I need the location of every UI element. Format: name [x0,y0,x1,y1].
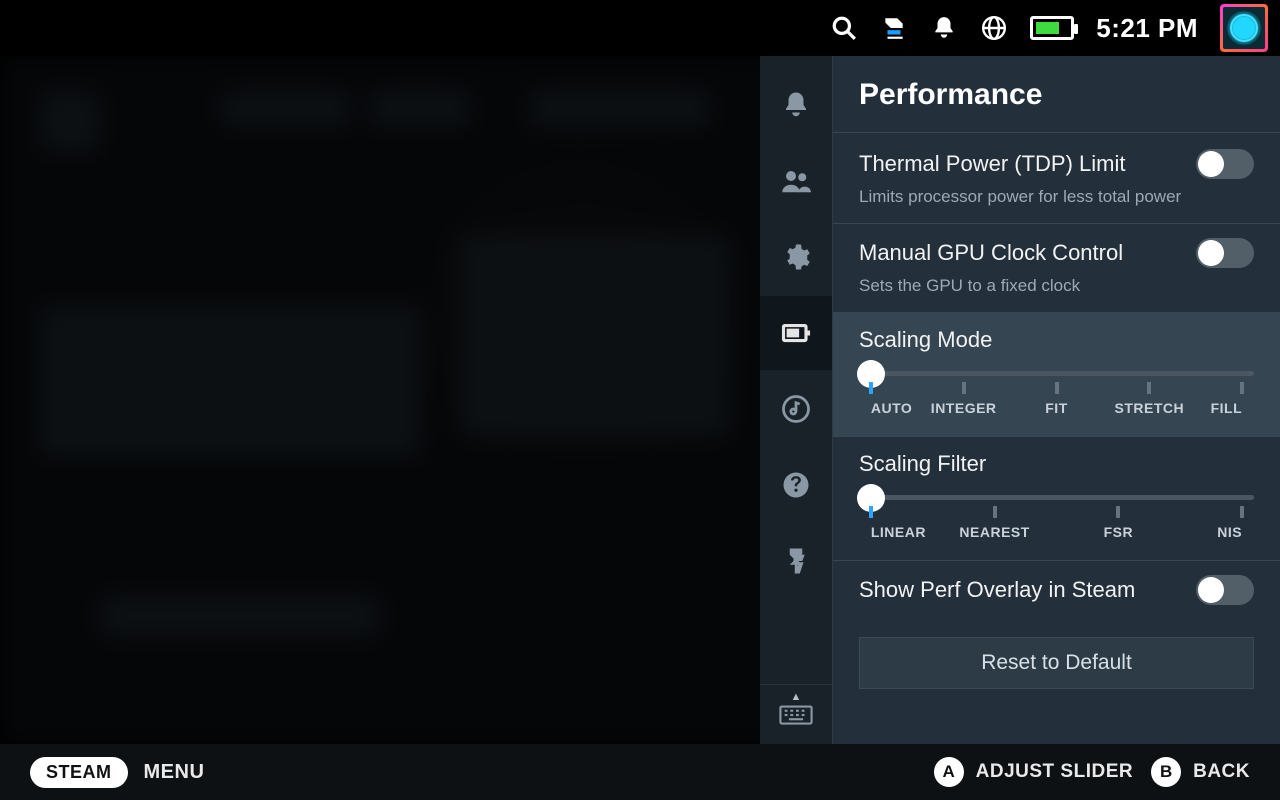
tab-power[interactable] [760,524,832,598]
top-status-bar: 5:21 PM [0,0,1280,56]
menu-label: MENU [144,761,205,784]
row-scaling-mode[interactable]: Scaling Mode AUTO INTEGER FIT STRETCH FILL [833,313,1280,437]
slider-tick [962,382,966,394]
slider-tick [1116,506,1120,518]
scaling-filter-slider[interactable]: LINEAR NEAREST FSR NIS [859,495,1254,544]
tdp-label: Thermal Power (TDP) Limit [859,151,1125,177]
slider-tick [1240,382,1244,394]
chevron-up-icon: ▲ [791,691,802,703]
slider-tick [1240,506,1244,518]
slider-tick-label: AUTO [871,400,912,416]
scaling-mode-slider[interactable]: AUTO INTEGER FIT STRETCH FILL [859,371,1254,420]
hint-a-label: ADJUST SLIDER [976,761,1133,783]
slider-tick-label: FIT [1045,400,1068,416]
row-gpu-clock[interactable]: Manual GPU Clock Control Sets the GPU to… [833,224,1280,313]
reset-to-default-button[interactable]: Reset to Default [859,637,1254,689]
performance-panel: Performance Thermal Power (TDP) Limit Li… [832,56,1280,744]
slider-tick-label: FSR [1104,524,1134,540]
gpu-toggle[interactable] [1196,238,1254,268]
scaling-filter-label: Scaling Filter [859,451,1254,477]
battery-icon [1030,16,1074,40]
row-perf-overlay[interactable]: Show Perf Overlay in Steam [833,561,1280,621]
notifications-icon[interactable] [930,14,958,42]
network-icon[interactable] [980,14,1008,42]
steam-button[interactable]: STEAM [30,757,128,788]
scaling-mode-label: Scaling Mode [859,327,1254,353]
slider-tick-label: NIS [1217,524,1242,540]
slider-tick-label: LINEAR [871,524,926,540]
slider-tick [1055,382,1059,394]
tab-notifications[interactable] [760,68,832,142]
b-button-icon: B [1151,757,1181,787]
gpu-desc: Sets the GPU to a fixed clock [859,276,1254,296]
slider-tick-label: NEAREST [959,524,1029,540]
bottom-action-bar: STEAM MENU A ADJUST SLIDER B BACK [0,744,1280,800]
slider-tick [993,506,997,518]
tab-music[interactable] [760,372,832,446]
slider-tick [869,382,873,394]
slider-tick-label: INTEGER [931,400,997,416]
perf-overlay-label: Show Perf Overlay in Steam [859,577,1135,603]
tdp-desc: Limits processor power for less total po… [859,187,1254,207]
tab-settings[interactable] [760,220,832,294]
hint-a-adjust-slider: A ADJUST SLIDER [934,757,1133,787]
clock: 5:21 PM [1096,13,1198,44]
tab-performance[interactable] [760,296,832,370]
quick-access-panel: ▲ Performance Thermal Power (TDP) Limit … [760,56,1280,744]
avatar[interactable] [1220,4,1268,52]
row-tdp-limit[interactable]: Thermal Power (TDP) Limit Limits process… [833,135,1280,224]
steam-logo-icon[interactable] [880,14,908,42]
a-button-icon: A [934,757,964,787]
tab-help[interactable] [760,448,832,522]
tab-keyboard[interactable]: ▲ [760,684,832,744]
gpu-label: Manual GPU Clock Control [859,240,1123,266]
slider-tick-label: STRETCH [1115,400,1185,416]
hint-b-back: B BACK [1151,757,1250,787]
row-scaling-filter[interactable]: Scaling Filter LINEAR NEAREST FSR NIS [833,437,1280,561]
panel-title: Performance [833,56,1280,133]
tdp-toggle[interactable] [1196,149,1254,179]
slider-tick [1147,382,1151,394]
slider-tick [869,506,873,518]
search-icon[interactable] [830,14,858,42]
reset-label: Reset to Default [981,651,1132,675]
slider-tick-label: FILL [1211,400,1243,416]
hint-b-label: BACK [1193,761,1250,783]
perf-overlay-toggle[interactable] [1196,575,1254,605]
tab-friends[interactable] [760,144,832,218]
quick-access-tabs: ▲ [760,56,832,744]
